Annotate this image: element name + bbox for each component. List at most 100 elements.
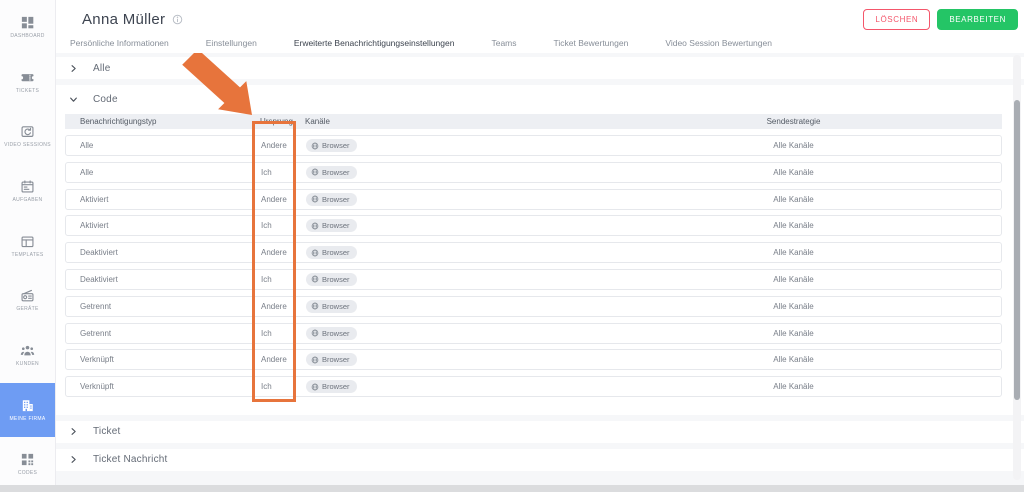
channel-badge: Browser: [306, 139, 357, 152]
settings-content: Alle Code Benachrichtigungstyp Ursprung …: [56, 53, 1024, 485]
channel-badge: Browser: [306, 219, 357, 232]
globe-icon: [311, 249, 319, 257]
table-row: Alle Andere Browser Alle Kanäle: [65, 135, 1002, 156]
cell-sendestrategie: Alle Kanäle: [586, 221, 1001, 230]
section-ticket-nachricht[interactable]: Ticket Nachricht: [56, 449, 1024, 471]
cell-sendestrategie: Alle Kanäle: [586, 248, 1001, 257]
info-icon[interactable]: [172, 14, 183, 25]
section-label: Ticket: [93, 426, 121, 437]
meine-firma-icon: [20, 398, 35, 413]
edit-button[interactable]: BEARBEITEN: [937, 9, 1018, 30]
cell-benachrichtigungstyp: Getrennt: [66, 302, 261, 311]
sidebar-item-label: MEINE FIRMA: [9, 416, 45, 423]
cell-ursprung: Ich: [261, 382, 306, 391]
cell-sendestrategie: Alle Kanäle: [586, 168, 1001, 177]
dashboard-icon: [20, 15, 35, 30]
channel-label: Browser: [322, 248, 350, 257]
cell-ursprung: Andere: [261, 355, 306, 364]
page-header: Anna Müller LÖSCHEN BEARBEITEN: [56, 0, 1024, 32]
table-row: Verknüpft Andere Browser Alle Kanäle: [65, 349, 1002, 370]
cell-benachrichtigungstyp: Aktiviert: [66, 221, 261, 230]
codes-icon: [20, 452, 35, 467]
sidebar-item-label: KUNDEN: [16, 361, 39, 368]
channel-label: Browser: [322, 355, 350, 364]
cell-ursprung: Andere: [261, 195, 306, 204]
table-row: Verknüpft Ich Browser Alle Kanäle: [65, 376, 1002, 397]
channel-label: Browser: [322, 329, 350, 338]
channel-label: Browser: [322, 275, 350, 284]
globe-icon: [311, 142, 319, 150]
cell-sendestrategie: Alle Kanäle: [586, 195, 1001, 204]
table-header-row: Benachrichtigungstyp Ursprung Kanäle Sen…: [65, 114, 1002, 129]
sidebar-item[interactable]: TICKETS: [0, 55, 55, 110]
cell-ursprung: Andere: [261, 302, 306, 311]
channel-badge: Browser: [306, 166, 357, 179]
cell-benachrichtigungstyp: Alle: [66, 168, 261, 177]
cell-ursprung: Andere: [261, 141, 306, 150]
channel-label: Browser: [322, 195, 350, 204]
sidebar-item-label: CODES: [18, 470, 37, 477]
col-header-benachrichtigungstyp: Benachrichtigungstyp: [65, 117, 260, 126]
sidebar-item[interactable]: TEMPLATES: [0, 219, 55, 274]
cell-sendestrategie: Alle Kanäle: [586, 302, 1001, 311]
cell-ursprung: Ich: [261, 275, 306, 284]
chevron-right-icon: [69, 64, 78, 73]
cell-sendestrategie: Alle Kanäle: [586, 355, 1001, 364]
channel-label: Browser: [322, 221, 350, 230]
table-row: Getrennt Andere Browser Alle Kanäle: [65, 296, 1002, 317]
channel-label: Browser: [322, 382, 350, 391]
section-code-header[interactable]: Code: [56, 91, 1024, 107]
globe-icon: [311, 275, 319, 283]
sidebar-item-label: GERÄTE: [16, 306, 38, 313]
table-row: Aktiviert Andere Browser Alle Kanäle: [65, 189, 1002, 210]
sidebar-item[interactable]: KUNDEN: [0, 328, 55, 383]
cell-benachrichtigungstyp: Aktiviert: [66, 195, 261, 204]
main-panel: Anna Müller LÖSCHEN BEARBEITEN Persönlic…: [56, 0, 1024, 492]
sidebar-item[interactable]: MEINE FIRMA: [0, 383, 55, 438]
cell-ursprung: Ich: [261, 221, 306, 230]
vertical-scrollbar-thumb[interactable]: [1014, 100, 1020, 400]
sidebar-item[interactable]: DASHBOARD: [0, 0, 55, 55]
cell-ursprung: Andere: [261, 248, 306, 257]
cell-sendestrategie: Alle Kanäle: [586, 141, 1001, 150]
sidebar-item-label: TICKETS: [16, 88, 39, 95]
col-header-ursprung: Ursprung: [260, 117, 305, 126]
channel-badge: Browser: [306, 273, 357, 286]
table-row: Getrennt Ich Browser Alle Kanäle: [65, 323, 1002, 344]
cell-ursprung: Ich: [261, 168, 306, 177]
col-header-sendestrategie: Sendestrategie: [585, 117, 1002, 126]
sidebar-item[interactable]: CODES: [0, 437, 55, 492]
channel-badge: Browser: [306, 246, 357, 259]
sidebar: DASHBOARD TICKETS VIDEO SESSIONS AUFGABE…: [0, 0, 56, 492]
sidebar-item-label: AUFGABEN: [13, 197, 43, 204]
section-label: Code: [93, 94, 118, 105]
section-ticket[interactable]: Ticket: [56, 421, 1024, 443]
cell-benachrichtigungstyp: Deaktiviert: [66, 248, 261, 257]
chevron-right-icon: [69, 455, 78, 464]
bottom-scrollbar[interactable]: [0, 485, 1024, 492]
section-label: Alle: [93, 63, 110, 74]
kunden-icon: [20, 343, 35, 358]
channel-badge: Browser: [306, 327, 357, 340]
table-row: Deaktiviert Ich Browser Alle Kanäle: [65, 269, 1002, 290]
sidebar-item[interactable]: AUFGABEN: [0, 164, 55, 219]
globe-icon: [311, 222, 319, 230]
cell-benachrichtigungstyp: Verknüpft: [66, 382, 261, 391]
sidebar-item[interactable]: VIDEO SESSIONS: [0, 109, 55, 164]
section-alle[interactable]: Alle: [56, 57, 1024, 79]
cell-benachrichtigungstyp: Getrennt: [66, 329, 261, 338]
delete-button[interactable]: LÖSCHEN: [863, 9, 930, 30]
table-row: Aktiviert Ich Browser Alle Kanäle: [65, 215, 1002, 236]
channel-badge: Browser: [306, 193, 357, 206]
cell-sendestrategie: Alle Kanäle: [586, 275, 1001, 284]
app-window: DASHBOARD TICKETS VIDEO SESSIONS AUFGABE…: [0, 0, 1024, 492]
geraete-icon: [20, 288, 35, 303]
globe-icon: [311, 302, 319, 310]
sidebar-item[interactable]: GERÄTE: [0, 273, 55, 328]
channel-label: Browser: [322, 168, 350, 177]
globe-icon: [311, 195, 319, 203]
globe-icon: [311, 383, 319, 391]
cell-sendestrategie: Alle Kanäle: [586, 382, 1001, 391]
cell-benachrichtigungstyp: Alle: [66, 141, 261, 150]
globe-icon: [311, 168, 319, 176]
